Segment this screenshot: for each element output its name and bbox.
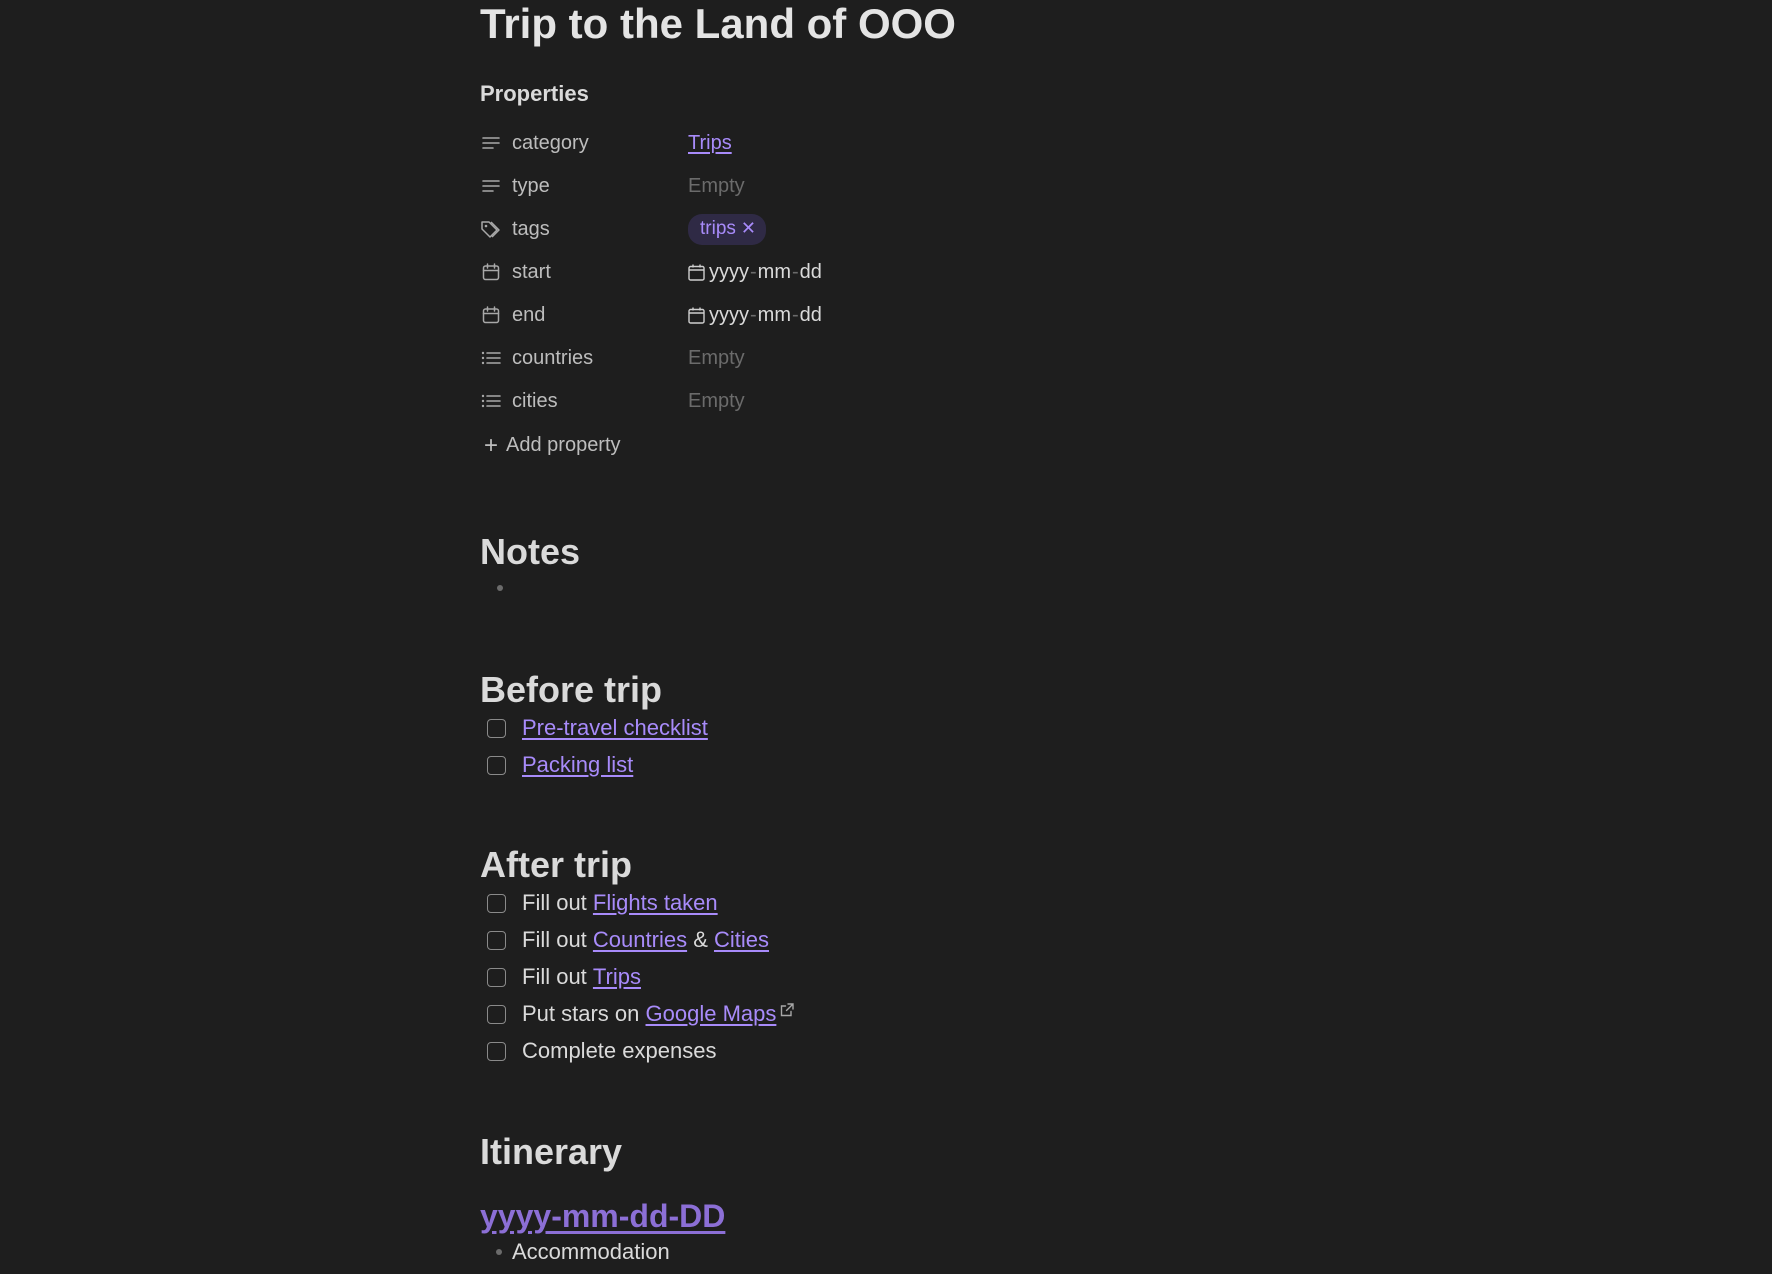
task-checkbox[interactable] [487, 967, 506, 987]
task-external-link[interactable]: Google Maps [646, 1001, 777, 1027]
bullet-dot [496, 1249, 502, 1255]
calendar-icon[interactable] [480, 304, 502, 326]
property-value-empty[interactable]: Empty [688, 347, 745, 370]
property-value-empty[interactable]: Empty [688, 175, 745, 198]
text-lines-icon[interactable] [480, 132, 502, 154]
property-row-end: end yyyy - mm - dd [480, 297, 1080, 333]
task-checkbox[interactable] [487, 930, 506, 950]
property-key[interactable]: countries [512, 347, 688, 370]
list-item: Accommodation [496, 1236, 670, 1268]
date-day: dd [799, 303, 822, 326]
task-item: Fill out Countries & Cities [487, 924, 769, 956]
task-text[interactable]: Complete expenses [522, 1038, 716, 1064]
notes-heading[interactable]: Notes [480, 531, 580, 573]
task-link[interactable]: Flights taken [593, 890, 718, 916]
property-key[interactable]: start [512, 261, 688, 284]
task-link[interactable]: Packing list [522, 752, 633, 778]
date-input-start[interactable]: yyyy - mm - dd [688, 261, 822, 284]
date-month: mm [757, 303, 791, 326]
date-month: mm [757, 260, 791, 283]
remove-tag-icon[interactable]: ✕ [741, 218, 756, 239]
calendar-icon[interactable] [480, 261, 502, 283]
task-checkbox[interactable] [487, 1004, 506, 1024]
task-item: Put stars on Google Maps [487, 998, 795, 1030]
property-key[interactable]: end [512, 304, 688, 327]
task-item: Packing list [487, 749, 633, 781]
task-text[interactable]: Fill out [522, 927, 593, 953]
property-key[interactable]: cities [512, 390, 688, 413]
property-value-empty[interactable]: Empty [688, 390, 745, 413]
task-checkbox[interactable] [487, 893, 506, 913]
before-trip-heading[interactable]: Before trip [480, 669, 662, 711]
date-day: dd [799, 260, 822, 283]
task-item: Pre-travel checklist [487, 712, 708, 744]
task-item: Complete expenses [487, 1035, 716, 1067]
property-row-category: category Trips [480, 125, 1080, 161]
task-link[interactable]: Cities [714, 927, 769, 953]
list-item-text[interactable]: Accommodation [512, 1239, 670, 1265]
empty-bullet[interactable] [497, 585, 503, 591]
property-row-countries: countries Empty [480, 340, 1080, 376]
property-key[interactable]: category [512, 132, 688, 155]
task-link[interactable]: Trips [593, 964, 641, 990]
task-link[interactable]: Countries [593, 927, 687, 953]
task-text[interactable]: Fill out [522, 890, 593, 916]
plus-icon: + [484, 431, 499, 459]
tag-label[interactable]: trips [700, 218, 736, 240]
property-key[interactable]: tags [512, 218, 688, 241]
note-title[interactable]: Trip to the Land of OOO [480, 0, 956, 48]
tags-icon[interactable] [480, 218, 502, 240]
text-lines-icon[interactable] [480, 175, 502, 197]
task-item: Fill out Trips [487, 961, 641, 993]
itinerary-heading[interactable]: Itinerary [480, 1131, 622, 1173]
add-property-button[interactable]: + Add property [484, 431, 621, 459]
task-link[interactable]: Pre-travel checklist [522, 715, 708, 741]
property-row-tags: tags trips ✕ [480, 211, 1080, 247]
property-row-type: type Empty [480, 168, 1080, 204]
date-year: yyyy [709, 260, 749, 283]
task-item: Fill out Flights taken [487, 887, 718, 919]
properties-heading[interactable]: Properties [480, 80, 589, 108]
calendar-icon[interactable] [688, 264, 705, 281]
property-key[interactable]: type [512, 175, 688, 198]
list-icon[interactable] [480, 347, 502, 369]
task-checkbox[interactable] [487, 755, 506, 775]
task-checkbox[interactable] [487, 1041, 506, 1061]
after-trip-heading[interactable]: After trip [480, 844, 632, 886]
task-text[interactable]: Put stars on [522, 1001, 646, 1027]
property-row-cities: cities Empty [480, 383, 1080, 419]
property-value-link[interactable]: Trips [688, 132, 732, 155]
calendar-icon[interactable] [688, 307, 705, 324]
date-input-end[interactable]: yyyy - mm - dd [688, 304, 822, 327]
tag-pill[interactable]: trips ✕ [688, 213, 766, 245]
task-text[interactable]: & [687, 927, 714, 953]
property-row-start: start yyyy - mm - dd [480, 254, 1080, 290]
itinerary-date-link[interactable]: yyyy-mm-dd-DD [480, 1196, 725, 1236]
add-property-label: Add property [506, 434, 621, 456]
task-text[interactable]: Fill out [522, 964, 593, 990]
note-page: Trip to the Land of OOO Properties categ… [0, 0, 1772, 1274]
task-checkbox[interactable] [487, 718, 506, 738]
external-link-icon [780, 1003, 795, 1025]
list-icon[interactable] [480, 390, 502, 412]
date-year: yyyy [709, 303, 749, 326]
